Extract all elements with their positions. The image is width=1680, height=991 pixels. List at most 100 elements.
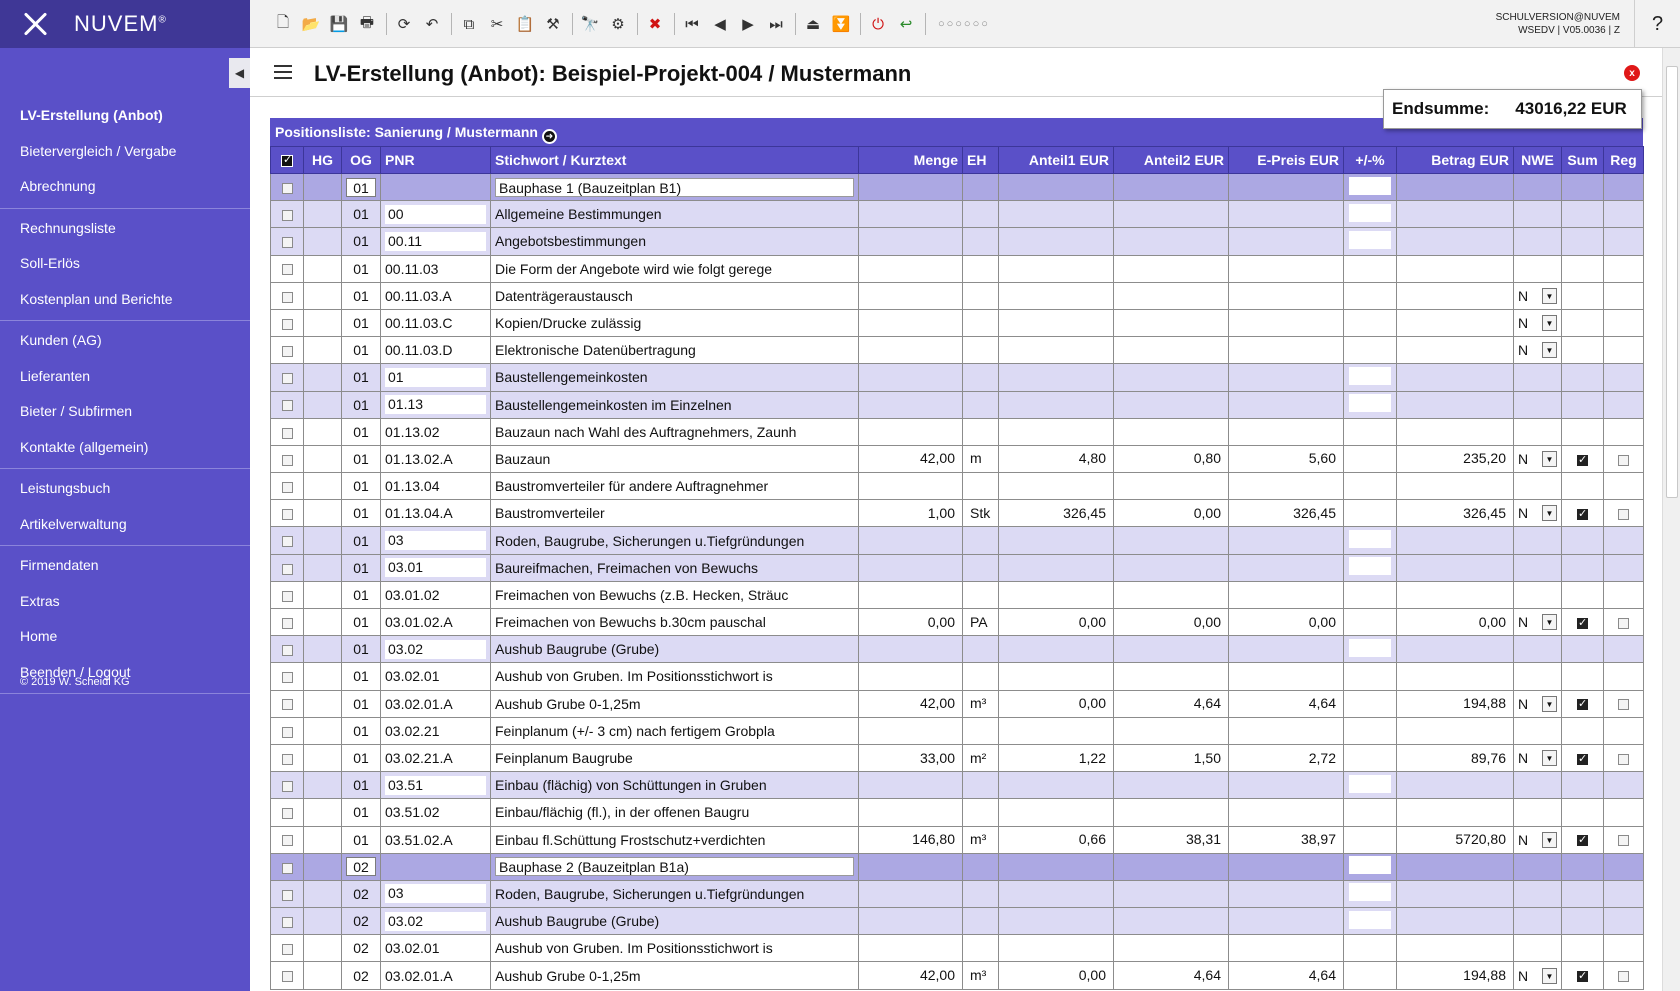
- sidebar-item[interactable]: Bietervergleich / Vergabe: [0, 134, 250, 170]
- row-checkbox[interactable]: [281, 835, 293, 847]
- reg-checkbox[interactable]: [1618, 753, 1629, 765]
- reg-checkbox[interactable]: [1618, 509, 1629, 521]
- anteil1-input[interactable]: 326,45: [1003, 503, 1109, 523]
- nwe-select[interactable]: N ▼: [1518, 450, 1557, 467]
- nwe-select[interactable]: N ▼: [1518, 342, 1557, 359]
- reg-checkbox[interactable]: [1618, 454, 1629, 466]
- chevron-down-icon[interactable]: ▼: [1542, 695, 1557, 712]
- row-checkbox[interactable]: [281, 481, 293, 493]
- col-pnr[interactable]: PNR: [380, 146, 491, 174]
- undo-icon[interactable]: ↶: [421, 13, 443, 35]
- col-epreis[interactable]: E-Preis EUR: [1228, 146, 1344, 174]
- betrag-input[interactable]: 194,88: [1401, 694, 1509, 714]
- scrollbar-thumb[interactable]: [1666, 66, 1678, 498]
- copy-icon[interactable]: ⧉: [458, 13, 480, 35]
- previous-record-icon[interactable]: ◀: [709, 13, 731, 35]
- betrag-input[interactable]: 326,45: [1401, 503, 1509, 523]
- nwe-select[interactable]: N ▼: [1518, 505, 1557, 522]
- sidebar-item[interactable]: Artikelverwaltung: [0, 507, 250, 543]
- col-reg[interactable]: Reg: [1603, 146, 1644, 174]
- row-checkbox[interactable]: [281, 509, 293, 521]
- sidebar-item[interactable]: Bieter / Subfirmen: [0, 394, 250, 430]
- row-checkbox[interactable]: [281, 264, 293, 276]
- anteil2-input[interactable]: 0,80: [1118, 449, 1224, 469]
- stichwort-input[interactable]: Bauphase 1 (Bauzeitplan B1): [495, 177, 854, 197]
- power-icon[interactable]: ⏻: [867, 13, 889, 35]
- first-record-icon[interactable]: ⏮: [681, 13, 703, 35]
- anteil1-input[interactable]: 0,00: [1003, 694, 1109, 714]
- sum-checkbox[interactable]: [1577, 507, 1588, 521]
- sum-checkbox[interactable]: [1577, 752, 1588, 765]
- anteil2-input[interactable]: 0,00: [1118, 503, 1224, 523]
- pnr-input[interactable]: 03.02: [385, 639, 486, 659]
- menge-input[interactable]: 146,80: [863, 830, 958, 850]
- anteil2-input[interactable]: 0,00: [1118, 612, 1224, 632]
- properties-icon[interactable]: ⚙: [607, 13, 629, 35]
- eh-input[interactable]: m³: [967, 966, 994, 986]
- col-betrag[interactable]: Betrag EUR: [1396, 146, 1514, 174]
- anteil2-input[interactable]: 1,50: [1118, 748, 1224, 768]
- col-nwe[interactable]: NWE: [1513, 146, 1562, 174]
- back-arrow-icon[interactable]: ↩: [895, 13, 917, 35]
- pnr-input[interactable]: 03.02: [385, 911, 486, 931]
- percent-input[interactable]: [1349, 530, 1391, 549]
- vertical-scrollbar[interactable]: [1662, 48, 1680, 991]
- sum-checkbox[interactable]: [1577, 833, 1588, 847]
- epreis-input[interactable]: 38,97: [1233, 830, 1339, 850]
- reg-checkbox[interactable]: [1618, 971, 1629, 983]
- eh-input[interactable]: m: [967, 449, 994, 469]
- pnr-input[interactable]: 01.13: [385, 395, 486, 415]
- row-checkbox[interactable]: [281, 672, 293, 684]
- epreis-input[interactable]: 0,00: [1233, 612, 1339, 632]
- arrow-right-circle-icon[interactable]: ➜: [541, 129, 557, 144]
- sidebar-item[interactable]: LV-Erstellung (Anbot): [0, 98, 250, 134]
- sum-checkbox[interactable]: [1577, 453, 1588, 466]
- row-checkbox[interactable]: [281, 373, 293, 385]
- sidebar-item[interactable]: Lieferanten: [0, 359, 250, 395]
- betrag-input[interactable]: 0,00: [1401, 612, 1509, 632]
- row-checkbox[interactable]: [281, 318, 293, 330]
- menge-input[interactable]: 0,00: [863, 612, 958, 632]
- save-icon[interactable]: 💾: [328, 13, 350, 35]
- row-checkbox[interactable]: [281, 590, 293, 602]
- row-checkbox[interactable]: [281, 400, 293, 412]
- sidebar-item[interactable]: Firmendaten: [0, 548, 250, 584]
- chevron-down-icon[interactable]: ▼: [1542, 505, 1557, 522]
- row-checkbox[interactable]: [281, 237, 293, 249]
- menge-input[interactable]: 42,00: [863, 694, 958, 714]
- sidebar-item[interactable]: Kostenplan und Berichte: [0, 282, 250, 318]
- insert-above-icon[interactable]: ⏏: [802, 13, 824, 35]
- percent-input[interactable]: [1349, 856, 1391, 875]
- row-checkbox[interactable]: [281, 617, 293, 629]
- row-checkbox[interactable]: [281, 346, 293, 358]
- row-checkbox[interactable]: [281, 210, 293, 222]
- hamburger-menu-icon[interactable]: [274, 65, 292, 79]
- eh-input[interactable]: m²: [967, 748, 994, 768]
- row-checkbox[interactable]: [281, 182, 293, 194]
- select-all-checkbox[interactable]: [270, 146, 304, 174]
- col-stichwort[interactable]: Stichwort / Kurztext: [490, 146, 859, 174]
- anteil1-input[interactable]: 4,80: [1003, 449, 1109, 469]
- find-binoculars-icon[interactable]: 🔭: [579, 13, 601, 35]
- chevron-down-icon[interactable]: ▼: [1542, 450, 1557, 467]
- percent-input[interactable]: [1349, 366, 1391, 385]
- row-checkbox[interactable]: [281, 563, 293, 575]
- chevron-down-icon[interactable]: ▼: [1542, 287, 1557, 304]
- reg-checkbox[interactable]: [1618, 699, 1629, 711]
- anteil1-input[interactable]: 0,66: [1003, 830, 1109, 850]
- menge-input[interactable]: 1,00: [863, 503, 958, 523]
- anteil2-input[interactable]: 4,64: [1118, 694, 1224, 714]
- eh-input[interactable]: Stk: [967, 503, 994, 523]
- sidebar-item[interactable]: Rechnungsliste: [0, 211, 250, 247]
- chevron-down-icon[interactable]: ▼: [1542, 967, 1557, 984]
- pnr-input[interactable]: 00.11: [385, 231, 486, 251]
- eh-input[interactable]: m³: [967, 830, 994, 850]
- col-anteil1[interactable]: Anteil1 EUR: [998, 146, 1114, 174]
- percent-input[interactable]: [1349, 910, 1391, 929]
- col-menge[interactable]: Menge: [858, 146, 963, 174]
- pnr-input[interactable]: 00: [385, 204, 486, 224]
- row-checkbox[interactable]: [281, 781, 293, 793]
- insert-below-icon[interactable]: ⏬: [830, 13, 852, 35]
- row-checkbox[interactable]: [281, 862, 293, 874]
- anteil2-input[interactable]: 4,64: [1118, 966, 1224, 986]
